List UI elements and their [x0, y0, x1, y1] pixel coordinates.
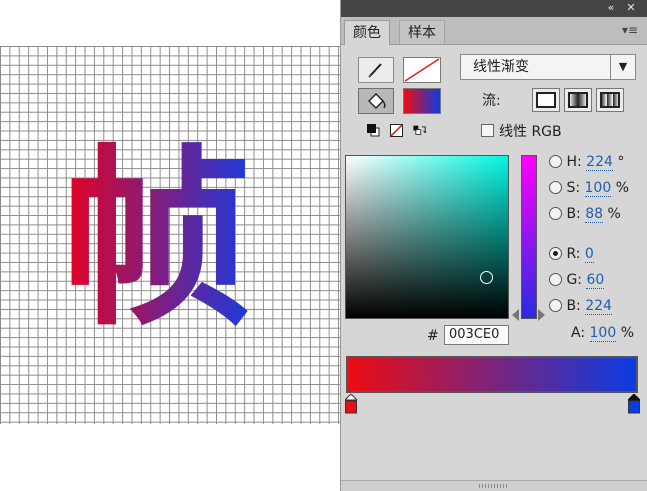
- flow-reflect-icon: [568, 92, 588, 108]
- fill-type-select[interactable]: 线性渐变 ▼: [460, 54, 636, 80]
- swap-colors-icon[interactable]: [413, 124, 426, 137]
- hue-value[interactable]: 224: [586, 154, 613, 171]
- gradient-glyph[interactable]: 帧: [60, 128, 340, 338]
- hue-row: H: 224 °: [549, 152, 624, 172]
- stage-canvas[interactable]: 帧: [0, 0, 340, 491]
- no-color-icon: [404, 58, 440, 82]
- gradient-preview-bar[interactable]: [346, 356, 638, 393]
- alpha-unit: %: [620, 325, 635, 341]
- pencil-icon: [368, 63, 382, 78]
- tab-color[interactable]: 颜色: [344, 20, 390, 45]
- alpha-value[interactable]: 100: [589, 325, 617, 342]
- red-row: R: 0: [549, 244, 594, 264]
- saturation-unit: %: [615, 180, 630, 196]
- saturation-row: S: 100 %: [549, 178, 629, 198]
- flow-label: 流:: [482, 93, 501, 109]
- panel-menu-icon[interactable]: ▾≡: [621, 23, 639, 37]
- hue-slider-right-arrow[interactable]: [538, 309, 545, 321]
- blue-value[interactable]: 224: [585, 298, 612, 315]
- flow-repeat-icon: [600, 92, 620, 108]
- hue-slider[interactable]: [521, 155, 537, 319]
- brightness-unit: %: [607, 206, 621, 222]
- brightness-row: B: 88 %: [549, 204, 621, 224]
- paint-bucket-icon: [368, 93, 386, 109]
- fill-color-tool[interactable]: [358, 88, 394, 114]
- tab-swatches[interactable]: 样本: [399, 20, 445, 44]
- gradient-stop-end[interactable]: [628, 394, 640, 414]
- collapse-icon[interactable]: «: [603, 1, 619, 15]
- saturation-radio[interactable]: [549, 181, 562, 194]
- flow-extend-button[interactable]: [532, 88, 560, 112]
- brightness-radio[interactable]: [549, 207, 562, 220]
- hue-radio[interactable]: [549, 155, 562, 168]
- blue-radio[interactable]: [549, 299, 562, 312]
- glyph-text: 帧: [60, 129, 252, 338]
- flow-extend-icon: [536, 92, 556, 108]
- saturation-brightness-field[interactable]: [345, 155, 509, 319]
- red-radio[interactable]: [549, 247, 562, 260]
- hex-input[interactable]: 003CE0: [444, 325, 509, 345]
- red-value[interactable]: 0: [584, 246, 594, 263]
- saturation-value[interactable]: 100: [584, 180, 612, 197]
- alpha-label: A:: [571, 325, 586, 341]
- blue-row: B: 224: [549, 296, 612, 316]
- brightness-value[interactable]: 88: [585, 206, 604, 223]
- color-picker-ring[interactable]: [480, 271, 493, 284]
- linear-rgb-label: 线性 RGB: [499, 124, 562, 140]
- flow-repeat-button[interactable]: [596, 88, 624, 112]
- hue-unit: °: [617, 154, 625, 170]
- stroke-color-tool[interactable]: [358, 57, 394, 83]
- fill-swatch[interactable]: [403, 88, 441, 114]
- chevron-down-icon: ▼: [610, 55, 635, 79]
- green-value[interactable]: 60: [586, 272, 605, 289]
- panel-titlebar[interactable]: « ✕: [341, 0, 647, 17]
- panel-resize-strip[interactable]: [341, 480, 647, 491]
- gradient-stop-start[interactable]: [345, 394, 357, 414]
- black-white-icon[interactable]: [367, 124, 380, 137]
- linear-rgb-checkbox[interactable]: [481, 124, 494, 137]
- flow-reflect-button[interactable]: [564, 88, 592, 112]
- hex-label: #: [427, 328, 439, 344]
- color-panel: « ✕ 颜色 样本 ▾≡ 线性渐变 ▼ 流: 线性 RGB H: 224 ° S…: [340, 0, 647, 491]
- panel-tabs: 颜色 样本 ▾≡: [341, 17, 647, 45]
- alpha-row: A: 100 %: [571, 325, 635, 342]
- hue-slider-left-arrow[interactable]: [512, 309, 519, 321]
- no-color-button-icon[interactable]: [390, 124, 403, 137]
- close-icon[interactable]: ✕: [623, 1, 639, 15]
- fill-type-value: 线性渐变: [473, 59, 529, 75]
- stroke-swatch[interactable]: [403, 57, 441, 83]
- green-radio[interactable]: [549, 273, 562, 286]
- green-row: G: 60: [549, 270, 605, 290]
- resize-grip-icon[interactable]: [479, 484, 509, 488]
